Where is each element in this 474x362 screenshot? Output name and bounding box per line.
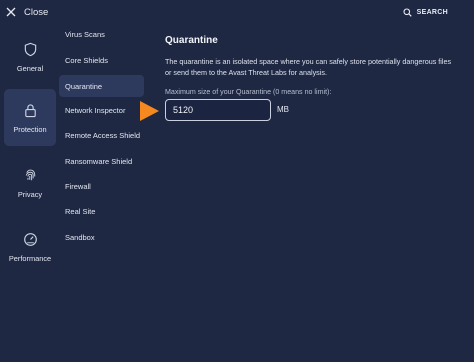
- subnav-sandbox[interactable]: Sandbox: [59, 226, 144, 248]
- subnav-core-shields[interactable]: Core Shields: [59, 49, 144, 71]
- category-protection[interactable]: Protection: [4, 89, 56, 146]
- close-icon: [6, 7, 16, 17]
- gauge-icon: [23, 233, 37, 246]
- close-label: Close: [24, 6, 49, 18]
- subnav-firewall[interactable]: Firewall: [59, 175, 144, 197]
- category-privacy[interactable]: Privacy: [4, 162, 56, 214]
- subnav-virus-scans[interactable]: Virus Scans: [59, 23, 144, 45]
- category-general[interactable]: General: [4, 34, 56, 86]
- subnav-remote-access-shield[interactable]: Remote Access Shield: [59, 124, 144, 146]
- search-button[interactable]: SEARCH: [403, 6, 448, 18]
- search-label: SEARCH: [416, 8, 448, 16]
- category-label: Performance: [8, 254, 52, 263]
- close-button[interactable]: Close: [6, 4, 48, 20]
- category-performance[interactable]: Performance: [4, 226, 56, 278]
- quarantine-size-label: Maximum size of your Quarantine (0 means…: [165, 88, 332, 96]
- fingerprint-icon: [25, 169, 35, 181]
- category-label: General: [16, 64, 44, 73]
- size-unit-label: MB: [277, 105, 289, 114]
- pointer-arrow-icon: [140, 101, 159, 121]
- shield-icon: [24, 42, 36, 57]
- quarantine-size-input[interactable]: [165, 99, 271, 121]
- page-title: Quarantine: [165, 35, 218, 46]
- subnav-real-site[interactable]: Real Site: [59, 200, 144, 222]
- subnav-network-inspector[interactable]: Network Inspector: [59, 99, 144, 121]
- subnav-ransomware-shield[interactable]: Ransomware Shield: [59, 150, 144, 172]
- category-label: Protection: [13, 125, 47, 134]
- search-icon: [403, 7, 412, 17]
- lock-icon: [24, 104, 36, 118]
- quarantine-description: The quarantine is an isolated space wher…: [165, 57, 452, 77]
- category-label: Privacy: [17, 190, 43, 199]
- subnav-quarantine[interactable]: Quarantine: [59, 75, 144, 97]
